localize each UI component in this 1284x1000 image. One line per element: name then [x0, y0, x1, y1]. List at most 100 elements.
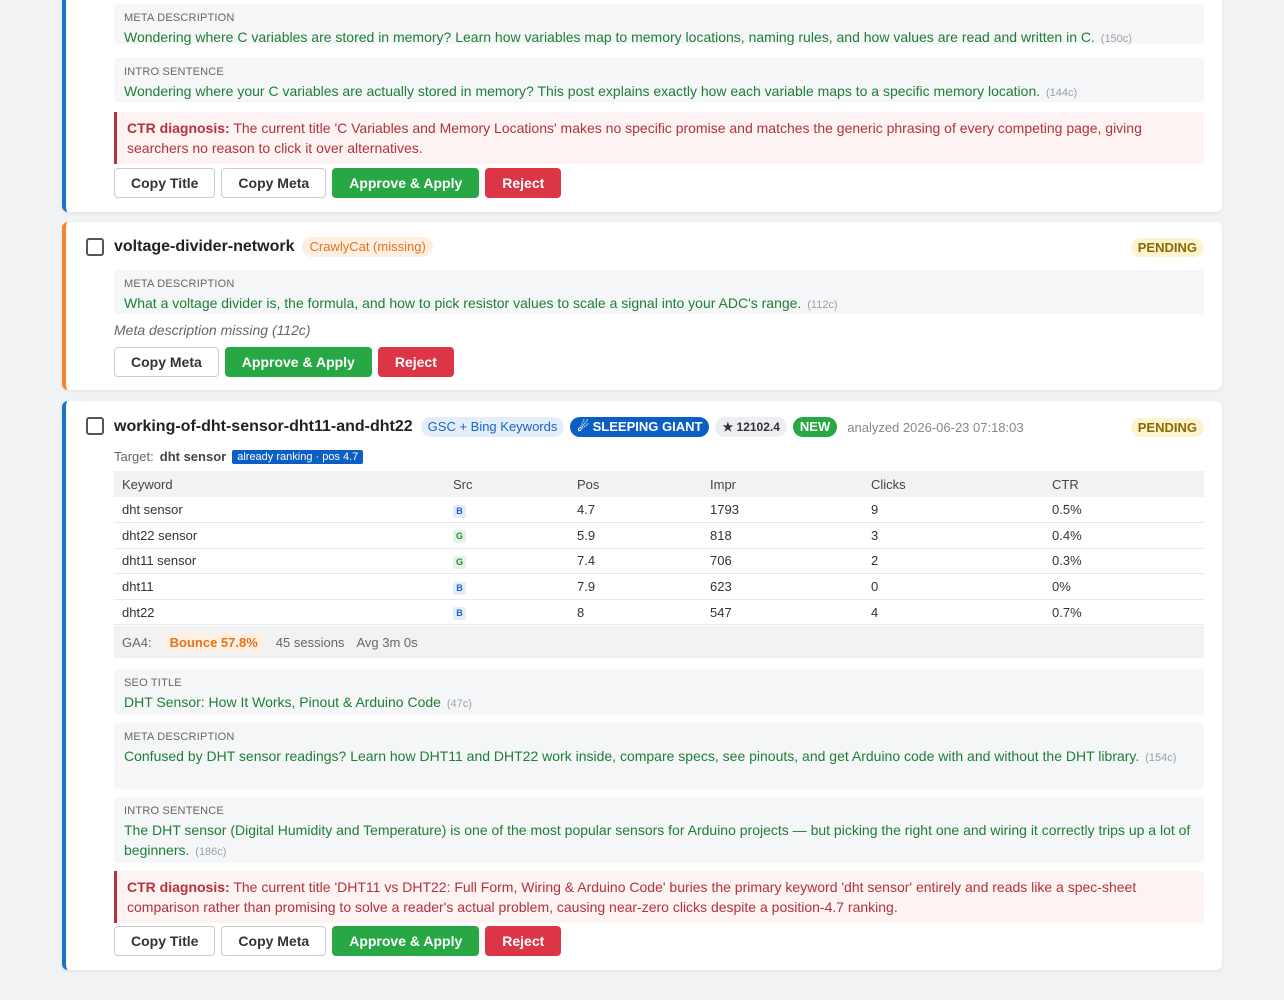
- status-badge: PENDING: [1130, 418, 1204, 437]
- card-header: working-of-dht-sensor-dht11-and-dht22 GS…: [114, 417, 1024, 437]
- approve-apply-button[interactable]: Approve & Apply: [224, 347, 372, 377]
- meta-description-field: META DESCRIPTION What a voltage divider …: [114, 270, 1204, 314]
- clicks-cell: 2: [863, 548, 1044, 575]
- field-label: META DESCRIPTION: [124, 12, 235, 24]
- clicks-cell: 3: [863, 522, 1044, 549]
- analyzed-timestamp: analyzed 2026-06-23 07:18:03: [847, 419, 1024, 435]
- copy-meta-button[interactable]: Copy Meta: [221, 926, 327, 956]
- action-buttons: Copy Title Copy Meta Approve & Apply Rej…: [114, 926, 1204, 956]
- impr-cell: 623: [702, 573, 863, 600]
- field-label: SEO TITLE: [124, 677, 182, 689]
- approve-apply-button[interactable]: Approve & Apply: [332, 926, 480, 956]
- copy-title-button[interactable]: Copy Title: [114, 926, 216, 956]
- intro-sentence-value: The DHT sensor (Digital Humidity and Tem…: [124, 822, 1191, 858]
- pos-cell: 7.4: [569, 548, 702, 575]
- ctr-cell: 0.4%: [1044, 522, 1204, 549]
- sleeping-giant-badge: ☄ SLEEPING GIANT: [570, 417, 710, 437]
- intro-sentence-value: Wondering where your C variables are act…: [124, 83, 1078, 99]
- copy-meta-button[interactable]: Copy Meta: [114, 347, 219, 377]
- keyword-cell: dht22 sensor: [114, 522, 445, 549]
- new-badge: NEW: [792, 417, 838, 437]
- impr-cell: 547: [702, 599, 863, 626]
- impr-cell: 706: [702, 548, 863, 575]
- keyword-table: Keyword Src Pos Impr Clicks CTR dht sens…: [114, 471, 1204, 626]
- ctr-diagnosis: CTR diagnosis: The current title 'C Vari…: [114, 112, 1204, 164]
- clicks-cell: 4: [863, 599, 1044, 626]
- avg-duration: Avg 3m 0s: [356, 634, 418, 650]
- google-source-chip: G: [453, 530, 466, 544]
- intro-sentence-field: INTRO SENTENCE The DHT sensor (Digital H…: [114, 797, 1204, 863]
- copy-meta-button[interactable]: Copy Meta: [221, 168, 327, 198]
- src-cell: G: [445, 548, 569, 575]
- bing-source-chip: B: [453, 607, 466, 621]
- table-header-row: Keyword Src Pos Impr Clicks CTR: [114, 471, 1204, 497]
- clicks-cell: 9: [863, 497, 1044, 524]
- column-header: CTR: [1044, 471, 1204, 497]
- missing-note: Meta description missing (112c): [114, 322, 311, 338]
- reject-button[interactable]: Reject: [485, 168, 562, 198]
- approve-apply-button[interactable]: Approve & Apply: [332, 168, 480, 198]
- keyword-cell: dht11 sensor: [114, 548, 445, 575]
- ctr-cell: 0.5%: [1044, 497, 1204, 524]
- table-row: dht sensor B 4.7 1793 9 0.5%: [114, 497, 1204, 524]
- copy-title-button[interactable]: Copy Title: [114, 168, 216, 198]
- bounce-rate-badge: Bounce 57.8%: [163, 632, 264, 652]
- google-source-chip: G: [453, 555, 466, 569]
- column-header: Impr: [702, 471, 863, 497]
- table-row: dht22 B 8 547 4 0.7%: [114, 599, 1204, 626]
- field-label: META DESCRIPTION: [124, 731, 235, 743]
- ga4-stats: GA4: Bounce 57.8% 45 sessions Avg 3m 0s: [114, 626, 1204, 658]
- sessions-count: 45 sessions: [275, 634, 345, 650]
- card-header: voltage-divider-network CrawlyCat (missi…: [114, 237, 433, 257]
- action-buttons: Copy Title Copy Meta Approve & Apply Rej…: [114, 168, 1204, 198]
- column-header: Pos: [569, 471, 702, 497]
- ranking-badge: already ranking · pos 4.7: [232, 449, 364, 464]
- field-label: META DESCRIPTION: [124, 278, 235, 290]
- src-cell: B: [445, 573, 569, 600]
- src-cell: B: [445, 497, 569, 524]
- bing-source-chip: B: [453, 581, 466, 595]
- impr-cell: 818: [702, 522, 863, 549]
- select-checkbox[interactable]: [86, 238, 104, 256]
- clicks-cell: 0: [863, 573, 1044, 600]
- ctr-cell: 0.3%: [1044, 548, 1204, 575]
- page-slug: voltage-divider-network: [114, 238, 295, 255]
- meta-description-value: What a voltage divider is, the formula, …: [124, 295, 838, 311]
- column-header: Keyword: [114, 471, 445, 497]
- intro-sentence-field: INTRO SENTENCE Wondering where your C va…: [114, 58, 1204, 102]
- target-keyword-value: dht sensor: [159, 449, 227, 464]
- meta-description-field: META DESCRIPTION Confused by DHT sensor …: [114, 723, 1204, 789]
- src-cell: B: [445, 599, 569, 626]
- ctr-diagnosis: CTR diagnosis: The current title 'DHT11 …: [114, 871, 1204, 923]
- ctr-cell: 0.7%: [1044, 599, 1204, 626]
- field-label: INTRO SENTENCE: [124, 66, 224, 78]
- select-checkbox[interactable]: [86, 417, 104, 435]
- table-row: dht11 sensor G 7.4 706 2 0.3%: [114, 548, 1204, 575]
- column-header: Clicks: [863, 471, 1044, 497]
- pos-cell: 7.9: [569, 573, 702, 600]
- src-cell: G: [445, 522, 569, 549]
- reject-button[interactable]: Reject: [485, 926, 562, 956]
- pos-cell: 4.7: [569, 497, 702, 524]
- table-row: dht22 sensor G 5.9 818 3 0.4%: [114, 522, 1204, 549]
- pos-cell: 5.9: [569, 522, 702, 549]
- ctr-cell: 0%: [1044, 573, 1204, 600]
- rocket-icon: ☄: [577, 419, 590, 434]
- action-buttons: Copy Meta Approve & Apply Reject: [114, 347, 1204, 377]
- target-keyword: Target: dht sensor already ranking · pos…: [114, 449, 1204, 464]
- score-badge: ★ 12102.4: [715, 417, 787, 437]
- impr-cell: 1793: [702, 497, 863, 524]
- field-label: INTRO SENTENCE: [124, 805, 224, 817]
- seo-title-field: SEO TITLE DHT Sensor: How It Works, Pino…: [114, 669, 1204, 715]
- suggestion-card: META DESCRIPTION Wondering where C varia…: [62, 0, 1222, 212]
- meta-description-field: META DESCRIPTION Wondering where C varia…: [114, 4, 1204, 45]
- page-slug: working-of-dht-sensor-dht11-and-dht22: [114, 418, 413, 435]
- seo-title-value: DHT Sensor: How It Works, Pinout & Ardui…: [124, 694, 472, 710]
- meta-description-value: Wondering where C variables are stored i…: [124, 29, 1132, 45]
- source-badge: CrawlyCat (missing): [302, 237, 433, 257]
- suggestion-card: voltage-divider-network CrawlyCat (missi…: [62, 222, 1222, 390]
- target-label: Target:: [114, 449, 154, 464]
- reject-button[interactable]: Reject: [377, 347, 454, 377]
- ga4-label: GA4:: [122, 634, 152, 650]
- keyword-cell: dht11: [114, 573, 445, 600]
